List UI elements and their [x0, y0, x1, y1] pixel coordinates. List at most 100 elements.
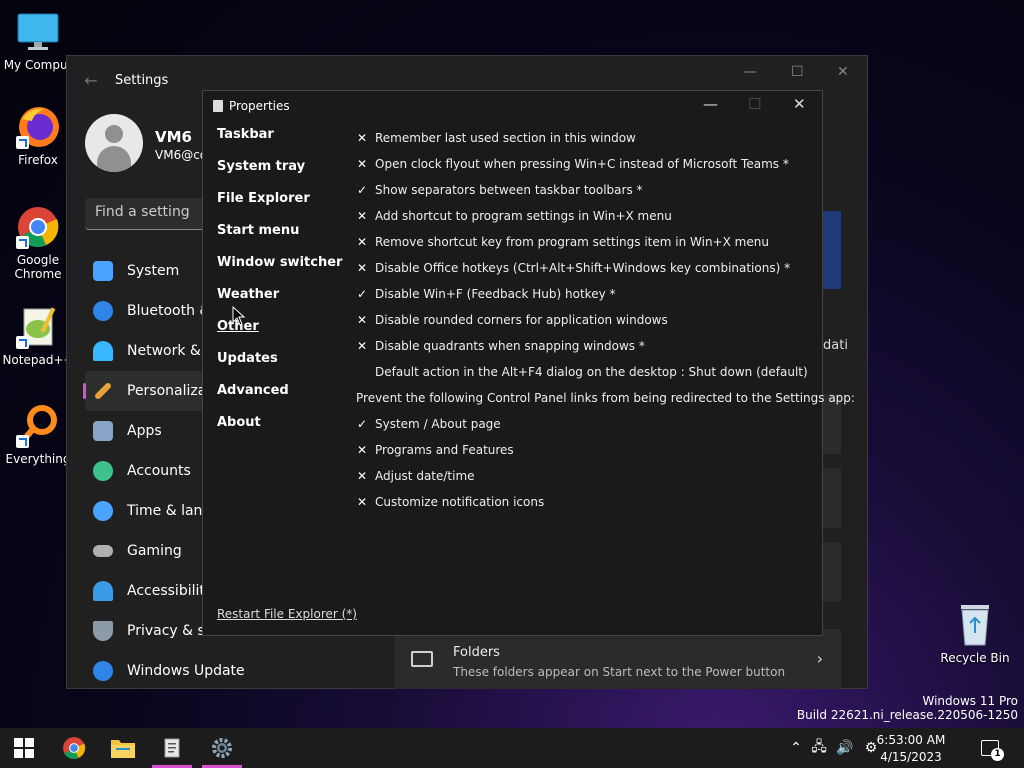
cross-icon: ✕ — [357, 313, 368, 327]
tab-window-switcher[interactable]: Window switcher — [217, 255, 342, 287]
desktop-icon-firefox[interactable]: Firefox — [0, 105, 76, 167]
option-taskbar-separators[interactable]: ✓ Show separators between taskbar toolbar… — [357, 177, 855, 203]
shield-icon — [93, 621, 113, 641]
document-icon — [164, 738, 180, 758]
notification-center-button[interactable]: 1 — [970, 728, 1010, 768]
sidebar-item-label: Accessibility — [127, 583, 214, 599]
desktop-icon-chrome[interactable]: Google Chrome — [0, 205, 76, 281]
sidebar-item-label: Accounts — [127, 463, 191, 479]
sidebar-item-label: System — [127, 263, 180, 279]
option-winx-shortcut[interactable]: ✕ Add shortcut to program settings in Win… — [357, 203, 855, 229]
chevron-up-icon[interactable]: ⌃ — [786, 740, 806, 756]
section-heading-control-panel: Prevent the following Control Panel link… — [356, 385, 855, 411]
taskbar-properties[interactable] — [152, 728, 192, 768]
option-snap-quadrants[interactable]: ✕ Disable quadrants when snapping windows… — [357, 333, 855, 359]
desktop-icon-notepadpp[interactable]: Notepad++ — [0, 305, 76, 367]
option-notification-icons[interactable]: ✕ Customize notification icons — [357, 489, 855, 515]
option-programs-features[interactable]: ✕ Programs and Features — [357, 437, 855, 463]
folder-icon — [411, 651, 433, 667]
tab-advanced[interactable]: Advanced — [217, 383, 342, 415]
cross-icon: ✕ — [357, 495, 368, 509]
cross-icon: ✕ — [357, 261, 368, 275]
sidebar-item-label: Gaming — [127, 543, 182, 559]
desktop-icon-my-computer[interactable]: My Comput — [0, 10, 76, 72]
taskbar-chrome[interactable] — [54, 728, 94, 768]
properties-titlebar: Properties — [203, 91, 822, 121]
chevron-right-icon: › — [816, 649, 823, 668]
option-adjust-datetime[interactable]: ✕ Adjust date/time — [357, 463, 855, 489]
desktop-icon-everything[interactable]: Everything — [0, 404, 76, 466]
taskbar: ⌃ 🖧 🔊 ⚙ 6:53:00 AM 4/15/2023 1 — [0, 728, 1024, 768]
tab-about[interactable]: About — [217, 415, 342, 447]
monitor-icon — [16, 10, 60, 54]
watermark-build: Build 22621.ni_release.220506-1250 — [796, 708, 1018, 722]
bluetooth-icon — [93, 301, 113, 321]
desktop-icon-label: Google Chrome — [14, 253, 62, 281]
windows-watermark: Windows 11 Pro Build 22621.ni_release.22… — [797, 694, 1018, 722]
option-winx-shortcut-key[interactable]: ✕ Remove shortcut key from program settin… — [357, 229, 855, 255]
option-clock-flyout[interactable]: ✕ Open clock flyout when pressing Win+C i… — [357, 151, 855, 177]
search-magnifier-icon — [16, 404, 60, 448]
option-label: Remove shortcut key from program setting… — [375, 235, 769, 249]
wifi-icon — [93, 341, 113, 361]
person-icon — [93, 461, 113, 481]
taskbar-settings[interactable] — [202, 728, 242, 768]
restart-explorer-link[interactable]: Restart File Explorer (*) — [217, 607, 357, 621]
option-label: Customize notification icons — [375, 495, 545, 509]
desktop-icon-label: My Comput — [3, 58, 73, 72]
shortcut-arrow-icon — [16, 136, 29, 149]
option-label: Disable quadrants when snapping windows … — [375, 339, 645, 353]
option-altf4-default[interactable]: Default action in the Alt+F4 dialog on t… — [357, 359, 855, 385]
brush-icon — [93, 381, 113, 401]
option-office-hotkeys[interactable]: ✕ Disable Office hotkeys (Ctrl+Alt+Shift+… — [357, 255, 855, 281]
maximize-icon[interactable]: ☐ — [791, 64, 804, 80]
close-icon[interactable]: ✕ — [793, 95, 806, 113]
shortcut-arrow-icon — [16, 435, 29, 448]
option-winf-hotkey[interactable]: ✓ Disable Win+F (Feedback Hub) hotkey * — [357, 281, 855, 307]
start-button[interactable] — [4, 728, 44, 768]
properties-window: Properties — ☐ ✕ Taskbar System tray Fil… — [202, 90, 855, 636]
option-remember-section[interactable]: ✕ Remember last used section in this wind… — [357, 125, 855, 151]
cross-icon: ✕ — [357, 157, 368, 171]
option-label: Show separators between taskbar toolbars… — [375, 183, 643, 197]
taskbar-clock[interactable]: 6:53:00 AM 4/15/2023 — [866, 732, 956, 766]
desktop-icon-label: Everything — [5, 452, 71, 466]
tab-start-menu[interactable]: Start menu — [217, 223, 342, 255]
option-label: Disable rounded corners for application … — [375, 313, 668, 327]
minimize-icon[interactable]: — — [703, 95, 718, 113]
check-icon: ✓ — [357, 183, 368, 197]
firefox-icon — [16, 105, 60, 149]
minimize-icon[interactable]: — — [743, 64, 757, 80]
tab-file-explorer[interactable]: File Explorer — [217, 191, 342, 223]
cross-icon: ✕ — [357, 443, 368, 457]
option-system-about[interactable]: ✓ System / About page — [357, 411, 855, 437]
sidebar-item-label: Personalizat — [127, 383, 212, 399]
close-icon[interactable]: ✕ — [837, 64, 849, 80]
monitor-icon — [93, 261, 113, 281]
option-label: Programs and Features — [375, 443, 514, 457]
folders-card[interactable]: Folders These folders appear on Start ne… — [395, 629, 841, 689]
notification-count: 1 — [991, 748, 1004, 761]
tab-system-tray[interactable]: System tray — [217, 159, 342, 191]
cross-icon: ✕ — [357, 235, 368, 249]
desktop-icon-recycle-bin[interactable]: Recycle Bin — [937, 603, 1013, 665]
avatar[interactable] — [85, 114, 143, 172]
cross-icon: ✕ — [357, 131, 368, 145]
network-icon[interactable]: 🖧 — [806, 736, 832, 760]
option-label: Default action in the Alt+F4 dialog on t… — [375, 365, 808, 379]
option-rounded-corners[interactable]: ✕ Disable rounded corners for application… — [357, 307, 855, 333]
mouse-cursor-icon — [232, 306, 246, 326]
volume-icon[interactable]: 🔊 — [832, 740, 858, 756]
sidebar-item-windows-update[interactable]: Windows Update — [85, 651, 385, 691]
chrome-icon — [16, 205, 60, 249]
background-card — [823, 542, 841, 602]
back-arrow-icon[interactable]: ← — [67, 71, 115, 90]
tab-updates[interactable]: Updates — [217, 351, 342, 383]
check-icon: ✓ — [357, 287, 368, 301]
tab-taskbar[interactable]: Taskbar — [217, 127, 342, 159]
notification-icon: 1 — [981, 740, 1004, 761]
taskbar-file-explorer[interactable] — [103, 728, 143, 768]
folder-icon — [111, 740, 135, 758]
option-label: Open clock flyout when pressing Win+C in… — [375, 157, 789, 171]
sidebar-item-label: Apps — [127, 423, 162, 439]
